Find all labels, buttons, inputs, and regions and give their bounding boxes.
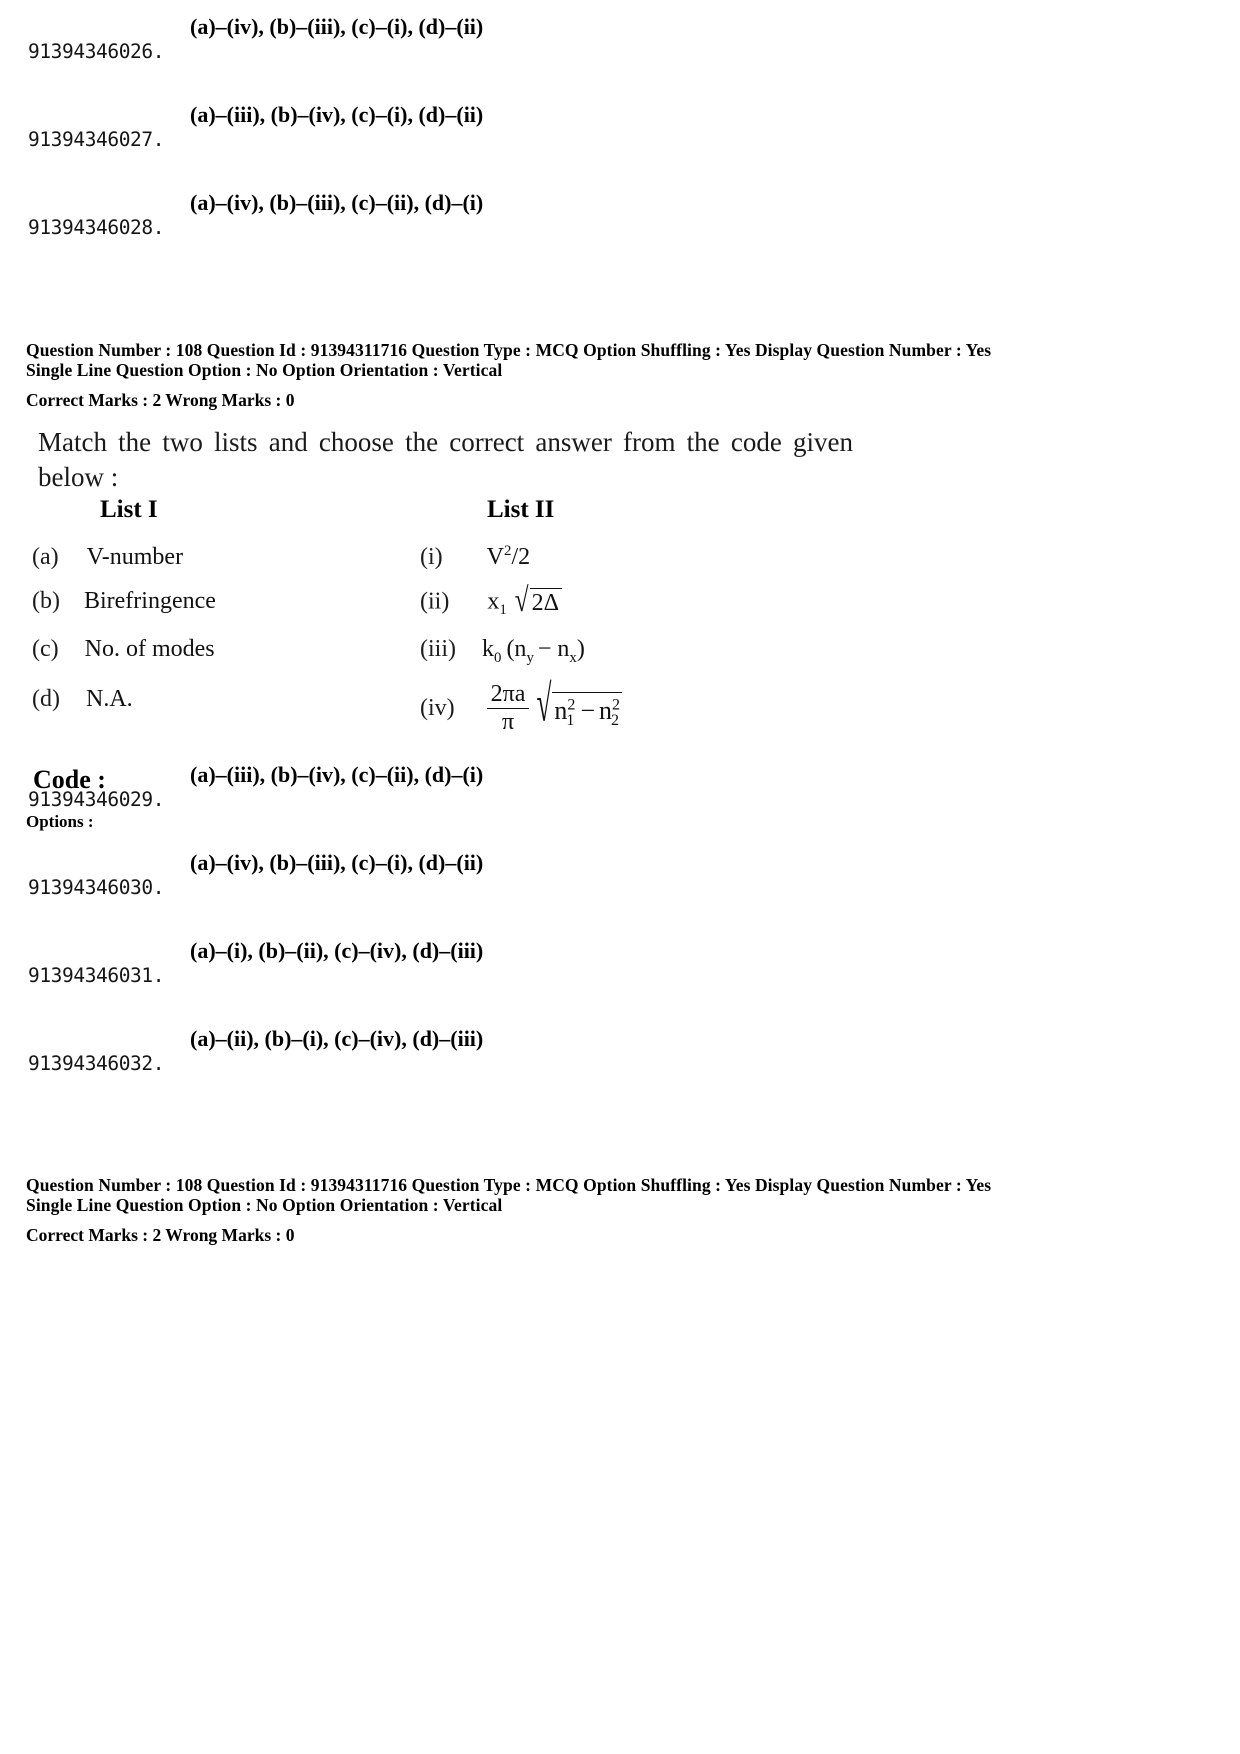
list-1-item: (a) V-number — [32, 544, 183, 571]
question-stem-line-2: below : — [38, 461, 119, 492]
radical-sign: √ — [514, 582, 529, 620]
expr-rest: /2 — [511, 544, 531, 570]
expr-k-subscript: 0 — [494, 649, 502, 666]
expr-variable: x — [487, 588, 500, 615]
list-2-item-label: (ii) — [420, 588, 450, 615]
expr-subscript: 1 — [499, 602, 507, 619]
option-text: (a)–(iv), (b)–(iii), (c)–(ii), (d)–(i) — [190, 190, 484, 215]
option-row[interactable]: 91394346027. (a)–(iii), (b)–(iv), (c)–(i… — [0, 102, 1240, 176]
metadata-line-1: Question Number : 108 Question Id : 9139… — [26, 1175, 992, 1195]
expr-close-paren: ) — [576, 636, 585, 662]
radicand-minus: − — [580, 695, 596, 725]
metadata-line-1: Question Number : 108 Question Id : 9139… — [26, 340, 992, 360]
list-2-item-expression: k0 (ny − nx) — [482, 636, 585, 666]
answer-options-group: 91394346029. (a)–(iii), (b)–(iv), (c)–(i… — [0, 762, 1240, 1100]
radicand-n2-subscript: 2 — [611, 711, 620, 729]
question-metadata-bottom: Question Number : 108 Question Id : 9139… — [26, 1175, 1216, 1246]
option-id: 91394346027. — [28, 128, 165, 151]
square-root-icon: √ n21− n22 — [536, 677, 623, 729]
metadata-marks: Correct Marks : 2 Wrong Marks : 0 — [26, 389, 295, 410]
option-row[interactable]: 91394346026. (a)–(iv), (b)–(iii), (c)–(i… — [0, 14, 1240, 88]
list-1-item-label: (d) — [32, 686, 60, 712]
option-row[interactable]: 91394346031. (a)–(i), (b)–(ii), (c)–(iv)… — [0, 938, 1240, 1012]
option-id: 91394346029. — [28, 788, 165, 811]
list-2-item-label: (iv) — [420, 695, 455, 722]
question-metadata-top: Question Number : 108 Question Id : 9139… — [26, 340, 1216, 411]
list-2-item-label: (iii) — [420, 636, 456, 662]
list-1-item-text: N.A. — [85, 686, 133, 712]
fraction-denominator: π — [501, 709, 515, 736]
option-id: 91394346032. — [28, 1052, 165, 1075]
list-1-item: (d) N.A. — [32, 686, 133, 713]
option-text: (a)–(i), (b)–(ii), (c)–(iv), (d)–(iii) — [190, 938, 484, 963]
list-2-item-expression: x1 √ 2Δ — [487, 584, 563, 619]
list-2-item: (iv) 2πa π √ n21− n22 — [420, 677, 623, 736]
list-1-item-label: (b) — [32, 588, 60, 614]
option-row[interactable]: 91394346029. (a)–(iii), (b)–(iv), (c)–(i… — [0, 762, 1240, 836]
radicand-coefficient: 2 — [531, 590, 544, 616]
question-stem-line-1: Match the two lists and choose the corre… — [38, 427, 853, 457]
list-1-item-text: V-number — [86, 544, 184, 570]
list-1-item-text: No. of modes — [84, 636, 215, 662]
metadata-line-2: Single Line Question Option : No Option … — [26, 1195, 503, 1216]
list-2-item: (i) V2/2 — [420, 544, 530, 571]
option-row[interactable]: 91394346028. (a)–(iv), (b)–(iii), (c)–(i… — [0, 190, 1240, 264]
question-stem: Match the two lists and choose the corre… — [38, 425, 868, 494]
option-text: (a)–(ii), (b)–(i), (c)–(iv), (d)–(iii) — [190, 1026, 484, 1051]
list-2-item-expression: 2πa π √ n21− n22 — [486, 677, 623, 736]
option-id: 91394346026. — [28, 40, 165, 63]
expr-k: k — [482, 636, 494, 662]
list-2-heading: List II — [487, 496, 555, 523]
list-1-item-label: (c) — [32, 636, 59, 662]
option-row[interactable]: 91394346030. (a)–(iv), (b)–(iii), (c)–(i… — [0, 850, 1240, 924]
option-text: (a)–(iv), (b)–(iii), (c)–(i), (d)–(ii) — [190, 14, 484, 39]
option-id: 91394346030. — [28, 876, 165, 899]
radical-sign: √ — [536, 674, 552, 732]
list-2-item: (ii) x1 √ 2Δ — [420, 584, 563, 619]
fraction: 2πa π — [486, 681, 530, 736]
option-id: 91394346028. — [28, 216, 165, 239]
option-row[interactable]: 91394346032. (a)–(ii), (b)–(i), (c)–(iv)… — [0, 1026, 1240, 1100]
list-1-heading: List I — [100, 496, 158, 523]
radicand: n21− n22 — [552, 691, 623, 729]
radicand: 2Δ — [529, 588, 563, 618]
square-root-icon: √ 2Δ — [515, 584, 563, 618]
previous-question-options-group: 91394346026. (a)–(iv), (b)–(iii), (c)–(i… — [0, 14, 1240, 264]
metadata-marks: Correct Marks : 2 Wrong Marks : 0 — [26, 1224, 295, 1245]
metadata-line-2: Single Line Question Option : No Option … — [26, 360, 503, 381]
expr-base: V — [486, 544, 504, 570]
option-text: (a)–(iv), (b)–(iii), (c)–(i), (d)–(ii) — [190, 850, 484, 875]
radicand-n2-exponent: 2 — [611, 696, 620, 714]
list-2-item-expression: V2/2 — [487, 544, 530, 571]
list-1-item: (b) Birefringence — [32, 588, 216, 615]
radicand-n1-subscript: 1 — [566, 711, 575, 729]
option-text: (a)–(iii), (b)–(iv), (c)–(ii), (d)–(i) — [190, 762, 484, 787]
list-1-item: (c) No. of modes — [32, 636, 215, 663]
exam-question-page: 91394346026. (a)–(iv), (b)–(iii), (c)–(i… — [0, 0, 1240, 1754]
match-lists: List I List II (a) V-number (b) Birefrin… — [0, 496, 1240, 735]
list-1-item-label: (a) — [32, 544, 59, 570]
expr-nx-subscript: x — [569, 649, 577, 666]
option-text: (a)–(iii), (b)–(iv), (c)–(i), (d)–(ii) — [190, 102, 484, 127]
radicand-n1-exponent: 2 — [567, 696, 576, 714]
expr-ny-subscript: y — [526, 649, 534, 666]
expr-minus: − — [537, 636, 552, 662]
expr-open-paren-n: (n — [506, 636, 527, 662]
fraction-numerator: 2πa — [490, 681, 526, 707]
option-id: 91394346031. — [28, 964, 165, 987]
expr-n2: n — [551, 636, 570, 662]
list-1-item-text: Birefringence — [83, 588, 216, 614]
list-2-item-label: (i) — [420, 544, 443, 570]
list-2-item: (iii) k0 (ny − nx) — [420, 636, 585, 666]
radicand-symbol: Δ — [543, 590, 560, 616]
